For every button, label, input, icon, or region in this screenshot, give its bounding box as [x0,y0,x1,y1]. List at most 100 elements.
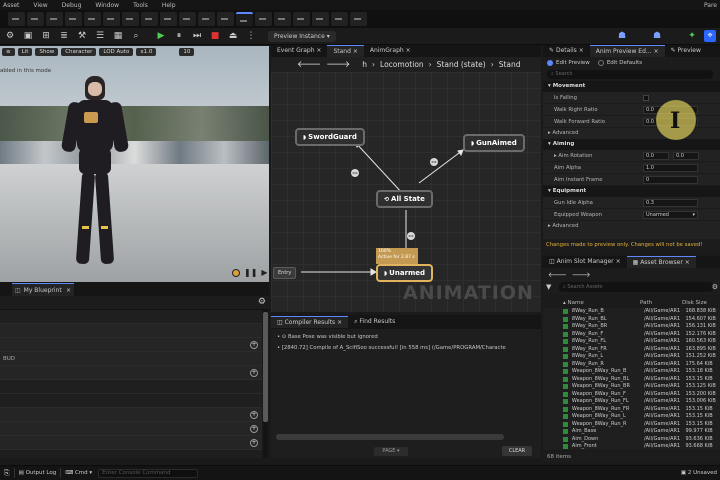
content-drawer-icon[interactable]: ⎘ [4,469,10,478]
tab-find-results[interactable]: ⌕ Find Results [348,316,401,328]
table-row[interactable]: 8Way_Run_R/All/Game/AR1 175.64 KiB [543,361,720,369]
details-search-input[interactable]: ⌕ Search [547,70,713,79]
document-tab[interactable] [27,12,44,26]
browse-icon[interactable]: ⊞ [40,30,52,42]
table-row[interactable]: 8Way_Run_BR/All/Game/AR1 156.131 KiB [543,323,720,331]
tab-anim-slot-manager[interactable]: ◫ Anim Slot Manager × [543,256,627,268]
document-tab[interactable] [103,12,120,26]
diff-icon[interactable]: ≣ [58,30,70,42]
eject-icon[interactable]: ⏏ [227,30,239,42]
table-row[interactable]: Aim_Down/All/Game/AR1 93.636 KiB [543,436,720,444]
aim-rotation-y-input[interactable]: 0.0 [673,152,699,160]
state-node-all-state[interactable]: ⟲ All State [376,190,433,208]
tab-anim-preview-editor[interactable]: Anim Preview Ed... × [589,45,665,57]
breadcrumb-item[interactable]: Stand (state) [437,60,486,69]
table-row[interactable]: 8Way_Run_L/All/Game/AR1 151.252 KiB [543,353,720,361]
mesh-icon[interactable]: ☗ [651,30,663,42]
movement-section-header[interactable]: ▾ Movement [543,81,720,92]
document-tab[interactable] [84,12,101,26]
list-item[interactable]: + [0,422,262,436]
details-search[interactable]: ⌕ Search [543,68,720,81]
add-icon[interactable]: + [250,369,258,377]
skeleton-icon[interactable]: ☗ [616,30,628,42]
state-node-sword-guard[interactable]: ◗ SwordGuard [295,128,365,146]
entry-node[interactable]: Entry [273,267,297,279]
document-tab[interactable] [8,12,25,26]
document-tab[interactable] [293,12,310,26]
breadcrumb-item[interactable]: h [362,60,367,69]
document-tab[interactable] [255,12,272,26]
table-row[interactable]: Aim_Base/All/Game/AR1 99.977 KiB [543,428,720,436]
save-icon[interactable]: ▣ [22,30,34,42]
pause-icon[interactable]: ⏸ [173,30,185,42]
table-row[interactable]: Weapon_8Way_Run_F/All/Game/AR1 153.200 Ki… [543,391,720,399]
clear-button[interactable]: CLEAR [502,446,532,456]
tab-preview[interactable]: ✎ Preview [665,45,707,57]
tab-stand[interactable]: Stand × [327,45,364,57]
settings-icon[interactable]: ⚒ [76,30,88,42]
close-icon[interactable]: × [353,48,358,55]
pause-icon[interactable]: ❚❚ [244,268,257,277]
table-row[interactable]: Weapon_8Way_Run_R/All/Game/AR1 153.15 KiB [543,421,720,429]
tab-asset-browser[interactable]: ▦ Asset Browser × [626,256,696,268]
stop-icon[interactable]: ■ [209,30,221,42]
breadcrumb-item[interactable]: Locomotion [380,60,424,69]
list-item[interactable] [0,324,262,338]
add-icon[interactable]: + [250,439,258,447]
close-icon[interactable]: × [337,319,342,326]
add-icon[interactable]: + [250,341,258,349]
step-icon[interactable]: ⏭ [191,30,203,42]
lit-button[interactable]: Lit [17,48,33,56]
character-button[interactable]: Character [61,48,97,56]
document-tab[interactable] [198,12,215,26]
gun-idle-alpha-input[interactable]: 0.3 [643,199,698,207]
lod-button[interactable]: LOD Auto [99,48,134,56]
table-row[interactable]: 8Way_Run_BL/All/Game/AR1 154.607 KiB [543,316,720,324]
class-defaults-icon[interactable]: ▦ [112,30,124,42]
class-settings-icon[interactable]: ☰ [94,30,106,42]
state-node-gun-aimed[interactable]: ◗ GunAimed [463,134,525,152]
col-name[interactable]: ▴ Name [563,300,640,306]
asset-search-input[interactable]: ⌕ Search Assets [559,282,713,292]
list-item[interactable]: + [0,436,262,450]
aim-alpha-input[interactable]: 1.0 [643,164,698,172]
back-arrow-icon[interactable]: 🡐 [548,270,567,279]
table-row[interactable]: Weapon_8Way_Run_B/All/Game/AR1 153.18 KiB [543,368,720,376]
console-input[interactable]: Enter Console Command [98,468,199,478]
record-icon[interactable] [232,268,240,277]
table-row[interactable]: 8Way_Run_F/All/Game/AR1 152.176 KiB [543,331,720,339]
next-frame-icon[interactable]: ▶ [261,268,267,277]
close-icon[interactable]: × [66,287,71,294]
page-dropdown[interactable]: PAGE ▾ [374,447,408,456]
tab-compiler-results[interactable]: ◫ Compiler Results × [271,316,349,328]
find-icon[interactable]: ⌕ [130,30,142,42]
cmd-dropdown[interactable]: ⌨ Cmd ▾ [65,470,92,476]
anim-icon[interactable]: ✦ [686,30,698,42]
menu-help[interactable]: Help [162,2,176,9]
aiming-section-header[interactable]: ▾ Aiming [543,139,720,150]
breadcrumb-item[interactable]: Stand [499,60,521,69]
back-arrow-icon[interactable]: 🡐 [297,59,321,70]
document-tab[interactable] [46,12,63,26]
list-item[interactable]: BUD [0,352,262,366]
document-tab-active[interactable] [236,12,253,26]
document-tab[interactable] [122,12,139,26]
edit-preview-radio[interactable] [547,59,553,66]
close-icon[interactable]: × [406,47,411,54]
camera-speed-button[interactable]: 10 [179,48,195,56]
aim-rotation-x-input[interactable]: 0.0 [643,152,669,160]
menu-debug[interactable]: Debug [62,2,82,9]
table-row[interactable]: Weapon_8Way_Run_FL/All/Game/AR1 153.006 K… [543,398,720,406]
list-item[interactable] [0,310,262,324]
preview-viewport[interactable]: ≡ Lit Show Character LOD Auto x1.0 10 ab… [0,46,269,282]
table-row[interactable]: 8Way_Run_FL/All/Game/AR1 160.563 KiB [543,338,720,346]
transition-rule-icon[interactable]: ⚙⚙ [430,158,438,166]
col-disk-size[interactable]: Disk Size [682,300,717,306]
my-blueprint-tab[interactable]: ◫ My Blueprint × [12,283,74,296]
document-tab[interactable] [65,12,82,26]
options-icon[interactable]: ⋮ [245,30,257,42]
document-tab[interactable] [141,12,158,26]
equipped-weapon-dropdown[interactable]: Unarmed ▾ [643,211,698,219]
filter-icon[interactable]: ▼ [546,283,551,291]
settings-gear-icon[interactable]: ⚙ [258,297,266,307]
